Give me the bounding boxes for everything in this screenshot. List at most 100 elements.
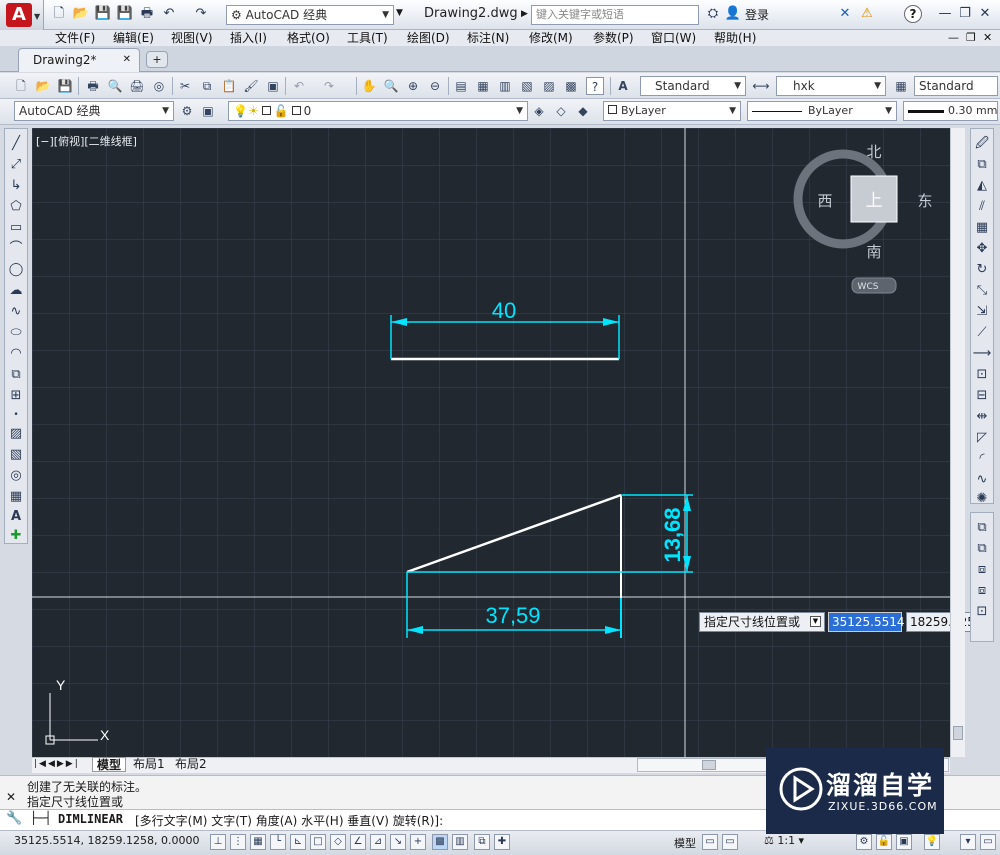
tab-nav-arrows-icon[interactable]: |◀◀▶▶|	[34, 759, 80, 769]
plot-preview-icon[interactable]: 🔍	[106, 77, 124, 95]
break-point-icon[interactable]: ⊡	[972, 365, 992, 385]
redo-icon[interactable]: ↷	[320, 77, 338, 95]
polar-tracking-icon[interactable]: ⊾	[290, 834, 306, 850]
expand-arrow-icon[interactable]: ▶	[521, 9, 528, 19]
trim-icon[interactable]: ⟋	[972, 323, 992, 343]
region-icon[interactable]: ◎	[6, 466, 26, 486]
point-icon[interactable]: •	[6, 405, 26, 425]
mirror-icon[interactable]: ◭	[972, 176, 992, 196]
rectangle-icon[interactable]: ▭	[6, 218, 26, 238]
restore-icon[interactable]: ❐	[956, 5, 974, 23]
menu-insert[interactable]: 插入(I)	[230, 30, 267, 46]
gradient-icon[interactable]: ▧	[6, 445, 26, 465]
join-icon[interactable]: ⇹	[972, 407, 992, 427]
move-icon[interactable]: ✥	[972, 239, 992, 259]
menu-window[interactable]: 窗口(W)	[651, 30, 696, 46]
explode-icon[interactable]: ✺	[972, 489, 992, 509]
compass-north[interactable]: 北	[866, 143, 881, 161]
vertical-scrollbar[interactable]	[950, 128, 965, 757]
layer-select[interactable]: 💡☀ 🔓 0 ▼	[228, 101, 528, 121]
status-menu-icon[interactable]: ▾	[960, 834, 976, 850]
close-command-icon[interactable]: ✕	[6, 790, 16, 804]
text-style-icon[interactable]: A	[614, 77, 632, 95]
doc-minimize-icon[interactable]: —	[948, 30, 959, 46]
workspace-combo[interactable]: AutoCAD 经典 ▼	[14, 101, 174, 121]
offset-icon[interactable]: ⫽	[972, 197, 992, 217]
match-properties-icon[interactable]: 🖌	[242, 77, 260, 95]
tab-model[interactable]: 模型	[92, 757, 127, 772]
redo-icon[interactable]: ↷	[192, 5, 210, 23]
bring-to-front-icon[interactable]: ⧉	[972, 518, 992, 538]
save-icon[interactable]: 💾	[56, 77, 74, 95]
selection-cycling-icon[interactable]: ⧉	[474, 834, 490, 850]
alert-icon[interactable]: ⚠	[858, 5, 876, 23]
workspace-settings-icon[interactable]: ⚙	[178, 102, 196, 120]
application-menu-button[interactable]: A ▼	[0, 0, 44, 30]
open-file-icon[interactable]: 📂	[72, 5, 90, 23]
annotation-scale-icon[interactable]: ⚖ 1:1 ▾	[764, 834, 804, 847]
menu-modify[interactable]: 修改(M)	[529, 30, 573, 46]
revision-cloud-icon[interactable]: ☁	[6, 281, 26, 301]
ortho-icon[interactable]: └	[270, 834, 286, 850]
annotation-monitor-icon[interactable]: ✚	[494, 834, 510, 850]
polyline-icon[interactable]: ↳	[6, 176, 26, 196]
scale-icon[interactable]: ⤡	[972, 281, 992, 301]
options-down-icon[interactable]: ▼	[810, 616, 821, 627]
extend-icon[interactable]: ⟶	[972, 344, 992, 364]
table-style-select[interactable]: Standard	[914, 76, 998, 96]
command-options[interactable]: [多行文字(M) 文字(T) 角度(A) 水平(H) 垂直(V) 旋转(R)]:	[135, 812, 443, 829]
compass-south[interactable]: 南	[866, 243, 881, 261]
3d-print-icon[interactable]: ◎	[150, 77, 168, 95]
plot-icon[interactable]: 🖶	[84, 77, 102, 95]
sheet-set-icon[interactable]: ▧	[518, 77, 536, 95]
tab-layout2[interactable]: 布局2	[172, 757, 210, 772]
line-icon[interactable]: ╱	[6, 134, 26, 154]
lock-icon[interactable]: 🔓	[876, 834, 892, 850]
layer-previous-icon[interactable]: ◇	[552, 102, 570, 120]
linetype-select[interactable]: ByLayer ▼	[747, 101, 897, 121]
pan-icon[interactable]: ✋	[360, 77, 378, 95]
make-block-icon[interactable]: ⊞	[6, 386, 26, 406]
tab-layout1[interactable]: 布局1	[130, 757, 168, 772]
paste-icon[interactable]: 📋	[220, 77, 238, 95]
print-icon[interactable]: 🖶	[138, 5, 156, 23]
menu-draw[interactable]: 绘图(D)	[407, 30, 450, 46]
copy-icon[interactable]: ⧉	[198, 77, 216, 95]
rotate-icon[interactable]: ↻	[972, 260, 992, 280]
customize-quick-access-icon[interactable]: ▼	[396, 8, 403, 18]
clean-screen-icon[interactable]: ▭	[980, 834, 996, 850]
lineweight-icon[interactable]: +	[410, 834, 426, 850]
hardware-acceleration-icon[interactable]: ▣	[896, 834, 912, 850]
dynamic-input-x[interactable]: 35125.5514	[828, 612, 905, 632]
workspace-select[interactable]: ⚙ AutoCAD 经典 ▼	[226, 5, 394, 25]
compass-east[interactable]: 东	[917, 192, 932, 210]
chamfer-icon[interactable]: ◸	[972, 428, 992, 448]
close-icon[interactable]: ✕	[976, 5, 994, 23]
break-icon[interactable]: ⊟	[972, 386, 992, 406]
layer-properties-icon[interactable]: ▣	[199, 102, 217, 120]
copy-object-icon[interactable]: ⧉	[972, 155, 992, 175]
spline-icon[interactable]: ∿	[6, 302, 26, 322]
dynamic-input-y[interactable]: 18259.1258	[906, 612, 983, 632]
workspace-switch-icon[interactable]: ⚙	[856, 834, 872, 850]
block-editor-icon[interactable]: ▣	[264, 77, 282, 95]
zoom-realtime-icon[interactable]: 🔍	[382, 77, 400, 95]
wrench-icon[interactable]: 🔧	[6, 811, 22, 826]
undo-icon[interactable]: ↶	[290, 77, 308, 95]
quick-view-drawings-icon[interactable]: ▭	[722, 834, 738, 850]
doc-close-icon[interactable]: ✕	[983, 30, 992, 46]
publish-icon[interactable]: 🖨	[128, 77, 146, 95]
markup-icon[interactable]: ▨	[540, 77, 558, 95]
new-file-icon[interactable]: 🗋	[50, 5, 68, 23]
text-to-front-icon[interactable]: ⊡	[972, 602, 992, 622]
design-center-icon[interactable]: ▦	[474, 77, 492, 95]
login-link[interactable]: 登录	[745, 6, 769, 23]
insert-block-icon[interactable]: ⧉	[6, 365, 26, 385]
menu-edit[interactable]: 编辑(E)	[113, 30, 154, 46]
viewcube-top-label[interactable]: 上	[866, 191, 883, 211]
dim-style-select[interactable]: hxk ▼	[776, 76, 886, 96]
multiline-text-icon[interactable]: A	[6, 507, 26, 527]
save-icon[interactable]: 💾	[94, 5, 112, 23]
vertical-scroll-thumb[interactable]	[953, 726, 963, 740]
make-current-layer-icon[interactable]: ◈	[530, 102, 548, 120]
